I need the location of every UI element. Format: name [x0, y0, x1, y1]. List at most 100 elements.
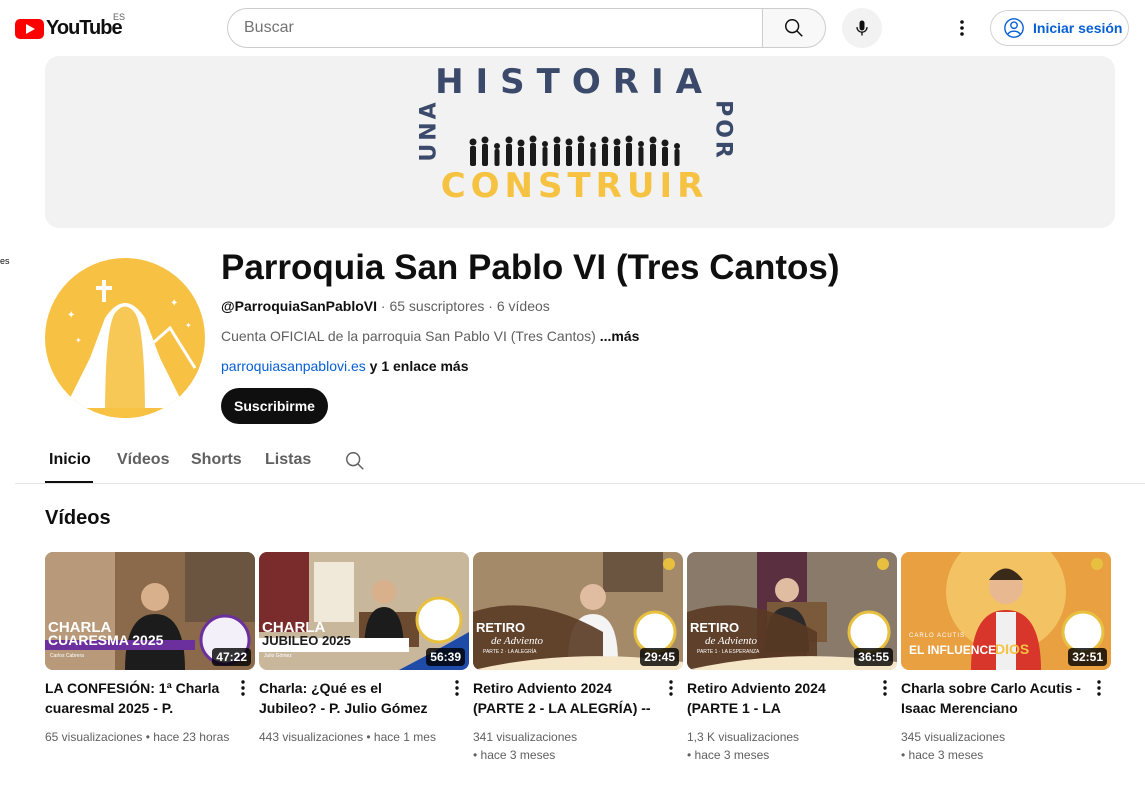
video-stats: 345 visualizaciones — [901, 730, 1006, 744]
more-vert-icon — [1097, 680, 1101, 696]
tab-shorts[interactable]: Shorts — [191, 451, 242, 469]
svg-text:✦: ✦ — [75, 336, 82, 345]
search-icon — [785, 19, 803, 37]
banner-left-text: UNA — [416, 99, 442, 162]
video-stats: 65 visualizaciones • hace 23 horas — [45, 730, 230, 744]
more-vert-icon — [455, 680, 459, 696]
description-more-link[interactable]: ...más — [600, 328, 640, 344]
video-title[interactable]: LA CONFESIÓN: 1ª Charla cuaresmal 2025 -… — [45, 678, 229, 718]
voice-search-button[interactable] — [842, 8, 882, 48]
video-title[interactable]: Retiro Adviento 2024 (PARTE 2 - LA ALEGR… — [473, 678, 657, 718]
video-thumbnail[interactable]: CHARLA CUARESMA 2025 Carlos Cabrera 47:2… — [45, 552, 255, 670]
video-stats: 341 visualizaciones — [473, 730, 578, 744]
youtube-play-icon — [15, 18, 44, 39]
channel-avatar: ✦ ✦ ✦ ✦ — [45, 258, 205, 418]
country-code: ES — [113, 12, 126, 22]
video-meta: 443 visualizaciones • hace 1 mes — [259, 728, 464, 746]
church-logo-icon: ✦ ✦ ✦ ✦ — [65, 280, 197, 418]
channel-meta: @ParroquiaSanPabloVI · 65 suscriptores ·… — [221, 298, 550, 314]
video-stats: 443 visualizaciones • hace 1 mes — [259, 730, 436, 744]
search-button[interactable] — [762, 8, 826, 48]
video-thumbnail[interactable]: CHARLA JUBILEO 2025 Julio Gómez 56:39 — [259, 552, 469, 670]
video-stats: 1,3 K visualizaciones — [687, 730, 800, 744]
video-duration: 32:51 — [1068, 648, 1107, 666]
tab-videos[interactable]: Vídeos — [117, 451, 169, 469]
search-box — [227, 8, 826, 48]
video-thumbnail[interactable]: CARLO ACUTIS EL INFLUENCER DIOS 32:51 — [901, 552, 1111, 670]
video-menu-button[interactable] — [1089, 678, 1109, 698]
thumb-overlay-3: Julio Gómez — [264, 653, 292, 659]
thumb-overlay-1: RETIRO — [690, 620, 739, 635]
thumb-overlay-3: DIOS — [995, 641, 1029, 657]
thumb-overlay-1: RETIRO — [476, 620, 525, 635]
channel-handle: @ParroquiaSanPabloVI — [221, 298, 378, 314]
video-meta: 341 visualizaciones • hace 3 meses — [473, 728, 678, 764]
svg-text:✦: ✦ — [170, 298, 178, 309]
sign-in-button[interactable]: Iniciar sesión — [990, 10, 1129, 46]
video-thumbnail[interactable]: RETIRO de Adviento PARTE 1 · LA ESPERANZ… — [687, 552, 897, 670]
thumb-overlay-1: CARLO ACUTIS — [909, 633, 965, 639]
active-tab-indicator — [45, 481, 93, 483]
search-input[interactable] — [227, 8, 762, 48]
banner-bottom-text: CONSTRUIR — [440, 166, 709, 206]
thumb-overlay-2: JUBILEO 2025 — [262, 633, 351, 648]
video-meta: 345 visualizaciones • hace 3 meses — [901, 728, 1106, 764]
video-title[interactable]: Retiro Adviento 2024 (PARTE 1 - LA ESPER… — [687, 678, 871, 718]
channel-name: Parroquia San Pablo VI (Tres Cantos) — [221, 248, 840, 287]
video-title[interactable]: Charla sobre Carlo Acutis - Isaac Merenc… — [901, 678, 1085, 718]
more-links-button[interactable]: y 1 enlace más — [366, 358, 469, 374]
channel-description[interactable]: Cuenta OFICIAL de la parroquia San Pablo… — [221, 328, 639, 344]
thumb-overlay-2: de Adviento — [705, 635, 758, 647]
video-date: • hace 3 meses — [473, 748, 556, 762]
video-menu-button[interactable] — [447, 678, 467, 698]
video-card[interactable]: CHARLA JUBILEO 2025 Julio Gómez 56:39 Ch… — [259, 552, 469, 744]
thumb-overlay-2: de Adviento — [491, 635, 544, 647]
microphone-icon — [856, 20, 868, 36]
video-duration: 47:22 — [212, 648, 251, 666]
banner-right-text: POR — [710, 100, 736, 161]
thumb-overlay-2: EL INFLUENCER — [909, 643, 1005, 657]
video-date: • hace 3 meses — [901, 748, 984, 762]
video-card[interactable]: CARLO ACUTIS EL INFLUENCER DIOS 32:51 Ch… — [901, 552, 1111, 762]
video-duration: 36:55 — [854, 648, 893, 666]
banner-artwork: HISTORIA UNA POR CONSTRUIR — [416, 56, 736, 206]
subscribe-button[interactable]: Suscribirme — [221, 388, 328, 424]
channel-links: parroquiasanpablovi.es y 1 enlace más — [221, 358, 469, 374]
video-menu-button[interactable] — [233, 678, 253, 698]
video-menu-button[interactable] — [661, 678, 681, 698]
crowd-silhouette-icon — [469, 135, 680, 166]
video-duration: 56:39 — [426, 648, 465, 666]
video-date: • hace 3 meses — [687, 748, 770, 762]
video-menu-button[interactable] — [875, 678, 895, 698]
banner-top-text: HISTORIA — [435, 62, 714, 102]
channel-banner: HISTORIA UNA POR CONSTRUIR — [45, 56, 1115, 228]
video-title[interactable]: Charla: ¿Qué es el Jubileo? - P. Julio G… — [259, 678, 443, 718]
section-title: Vídeos — [45, 507, 111, 529]
more-vert-icon — [241, 680, 245, 696]
channel-stats: · 65 suscriptores · 6 vídeos — [377, 298, 550, 314]
account-icon — [1004, 18, 1024, 38]
more-vert-icon — [669, 680, 673, 696]
logo-text: YouTube — [46, 17, 123, 39]
video-meta: 1,3 K visualizaciones • hace 3 meses — [687, 728, 892, 764]
masthead: YouTube ES Iniciar sesión — [0, 0, 1145, 56]
settings-menu-button[interactable] — [944, 10, 980, 46]
channel-search-icon[interactable] — [344, 450, 366, 472]
video-thumbnail[interactable]: RETIRO de Adviento PARTE 2 · LA ALEGRÍA … — [473, 552, 683, 670]
channel-website-link[interactable]: parroquiasanpablovi.es — [221, 358, 366, 374]
svg-text:✦: ✦ — [185, 321, 192, 330]
tab-listas[interactable]: Listas — [265, 451, 311, 469]
thumb-overlay-2: CUARESMA 2025 — [48, 632, 164, 648]
video-card[interactable]: RETIRO de Adviento PARTE 2 · LA ALEGRÍA … — [473, 552, 683, 762]
more-vert-icon — [960, 20, 964, 36]
video-card[interactable]: CHARLA CUARESMA 2025 Carlos Cabrera 47:2… — [45, 552, 255, 744]
youtube-logo[interactable]: YouTube — [15, 17, 123, 40]
thumb-overlay-3: PARTE 1 · LA ESPERANZA — [697, 649, 760, 655]
thumb-overlay-3: PARTE 2 · LA ALEGRÍA — [483, 648, 537, 655]
channel-tabs: Inicio Vídeos Shorts Listas — [15, 438, 1145, 484]
sign-in-label: Iniciar sesión — [1033, 20, 1123, 36]
edge-text: es — [0, 256, 10, 266]
tab-inicio[interactable]: Inicio — [49, 451, 91, 469]
video-card[interactable]: RETIRO de Adviento PARTE 1 · LA ESPERANZ… — [687, 552, 897, 762]
video-duration: 29:45 — [640, 648, 679, 666]
